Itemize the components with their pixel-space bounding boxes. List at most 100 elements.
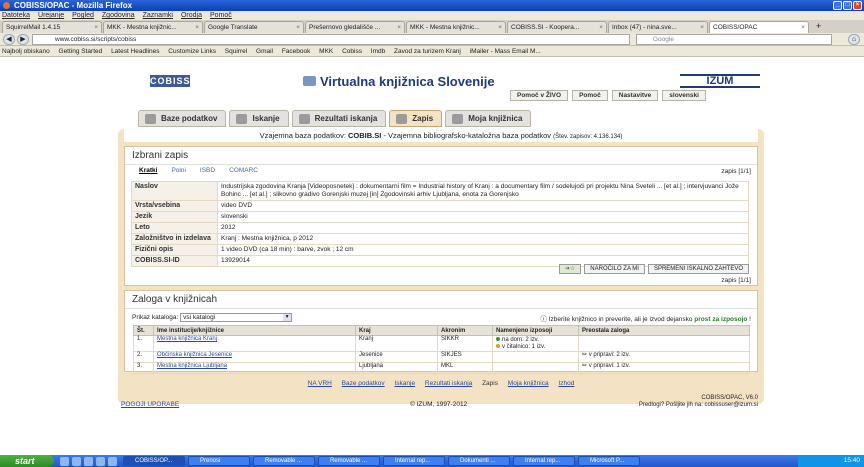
holdings-panel: Zaloga v knjižnicah Prikaz kataloga: vsi… (124, 290, 758, 374)
footer-link[interactable]: Rezultati iskanja (425, 380, 472, 387)
window-titlebar: COBISS/OPAC - Mozilla Firefox _ □ × (0, 0, 864, 11)
add-to-list-icon[interactable]: ➜☆ (558, 264, 582, 274)
browser-tab[interactable]: MKK - Mestna knjižnic... × (103, 21, 203, 33)
tab-search[interactable]: Iskanje (229, 110, 289, 127)
tab-record[interactable]: Zapis (389, 110, 443, 127)
col-header[interactable]: Št. (133, 325, 154, 336)
col-header[interactable]: Akronim (437, 325, 493, 336)
tab-isbd[interactable]: ISBD (200, 167, 215, 174)
language-select[interactable]: slovenski (662, 90, 706, 101)
browser-tab[interactable]: COBISS.SI - Koopera... × (507, 21, 607, 33)
browser-tab[interactable]: Google Translate × (204, 21, 304, 33)
footer-link[interactable]: Iskanje (395, 380, 416, 387)
footer-link[interactable]: Izhod (558, 380, 574, 387)
to-top-link[interactable]: NA VRH (308, 380, 332, 387)
browser-tab[interactable]: SquirrelMail 1.4.15 × (2, 21, 102, 33)
bookmark-item[interactable]: Imdb (371, 48, 385, 55)
settings-button[interactable]: Nastavitve (611, 90, 659, 101)
browser-tab[interactable]: MKK - Mestna knjižnic... × (406, 21, 506, 33)
bookmark-item[interactable]: Najbolj obiskano (2, 48, 50, 55)
new-tab-button[interactable]: + (810, 21, 827, 33)
tab-databases[interactable]: Baze podatkov (138, 110, 227, 127)
available-icon (496, 337, 500, 341)
tab-results[interactable]: Rezultati iskanja (291, 110, 387, 127)
library-link[interactable]: Mestna knjižnica Ljubljana (157, 363, 227, 369)
modify-search-button[interactable]: SPREMENI ISKALNO ZAHTEVO (647, 264, 749, 274)
order-button[interactable]: NAROČILO ZA MI (584, 264, 645, 274)
col-header[interactable]: Preostala zaloga (578, 325, 750, 336)
tab-full[interactable]: Polni (171, 167, 185, 174)
bookmark-item[interactable]: Squirrel (225, 48, 247, 55)
library-link[interactable]: Občinska knjižnica Jesenice (157, 352, 232, 358)
quicklaunch-icon[interactable] (84, 456, 93, 466)
footer-link[interactable]: Moja knjižnica (508, 380, 549, 387)
browser-tab-active[interactable]: COBISS/OPAC × (709, 21, 809, 33)
menu-item[interactable]: Urejanje (38, 12, 64, 19)
quicklaunch-icon[interactable] (108, 456, 117, 466)
menu-item[interactable]: Pogled (72, 12, 94, 19)
taskbar-item[interactable]: Microsoft P... (578, 456, 640, 466)
taskbar-item[interactable]: Removable ... (253, 456, 315, 466)
cobiss-logo[interactable]: COBISS (150, 75, 190, 87)
table-row: Naslov Industrijska zgodovina Kranja [Vid… (131, 181, 749, 201)
tab-my-library[interactable]: Moja knjižnica (445, 110, 532, 127)
terms-link[interactable]: POGOJI UPORABE (121, 401, 179, 408)
bookmark-item[interactable]: Customize Links (168, 48, 216, 55)
quicklaunch-icon[interactable] (96, 456, 105, 466)
menu-item[interactable]: Pomoč (210, 12, 232, 19)
taskbar-item[interactable]: Internal rep... (513, 456, 575, 466)
top-links: Pomoč v ŽIVO Pomoč Nastavitve slovenski (510, 90, 706, 101)
url-bar[interactable]: www.cobiss.si/scripts/cobiss (32, 34, 630, 45)
tab-comarc[interactable]: COMARC (229, 167, 258, 174)
bookmark-item[interactable]: Facebook (282, 48, 311, 55)
browser-tab[interactable]: Prešernovo gledališče ... × (305, 21, 405, 33)
quicklaunch-icon[interactable] (60, 456, 69, 466)
main-nav-tabs: Baze podatkov Iskanje Rezultati iskanja … (138, 110, 532, 127)
taskbar-item[interactable]: Removable ... (318, 456, 380, 466)
reading-room-icon (496, 343, 500, 348)
browser-tab[interactable]: Inbox (47) - nina.sve... × (608, 21, 708, 33)
search-input[interactable]: Google (636, 34, 832, 45)
menu-item[interactable]: Zaznamki (143, 12, 173, 19)
chevron-down-icon: ▼ (283, 314, 292, 321)
tab-short[interactable]: Kratki (139, 167, 157, 174)
table-row: Leto 2012 (131, 222, 749, 234)
table-header: Št. Ime institucije/knjižnice Kraj Akron… (133, 325, 750, 336)
start-button[interactable]: start (0, 455, 54, 467)
bookmark-item[interactable]: iMailer - Mass Email M... (470, 48, 541, 55)
bookmark-item[interactable]: Zavod za turizem Kranj (394, 48, 461, 55)
menu-item[interactable]: Datoteka (2, 12, 30, 19)
help-button[interactable]: Pomoč (572, 90, 608, 101)
bookmark-item[interactable]: Gmail (256, 48, 273, 55)
close-button[interactable]: × (853, 1, 862, 10)
footer-link[interactable]: Baze podatkov (342, 380, 385, 387)
taskbar-item[interactable]: Dokumenti ... (448, 456, 510, 466)
bookmark-item[interactable]: Cobiss (342, 48, 362, 55)
bookmarks-bar: Najbolj obiskano Getting Started Latest … (0, 46, 864, 57)
quicklaunch-icon[interactable] (72, 456, 81, 466)
menu-item[interactable]: Orodja (181, 12, 202, 19)
user-icon (452, 114, 464, 124)
live-help-button[interactable]: Pomoč v ŽIVO (510, 90, 569, 101)
forward-button[interactable]: ▶ (17, 34, 29, 45)
taskbar-item[interactable]: COBISS/OP... (123, 456, 185, 466)
library-link[interactable]: Mestna knjižnica Kranj (157, 336, 217, 342)
col-header[interactable]: Kraj (355, 325, 438, 336)
menu-item[interactable]: Zgodovina (102, 12, 135, 19)
taskbar-item[interactable]: Internal rep... (383, 456, 445, 466)
back-button[interactable]: ◀ (3, 34, 15, 45)
izum-logo[interactable]: IZUM (680, 74, 760, 88)
taskbar-item[interactable]: Prenosi (188, 456, 250, 466)
record-heading: Izbrani zapis (125, 147, 757, 165)
magnifier-icon (236, 114, 248, 124)
catalog-select[interactable]: vsi katalogi ▼ (180, 313, 293, 322)
col-header[interactable]: Ime institucije/knjižnice (153, 325, 356, 336)
record-buttons: ➜☆ NAROČILO ZA MI SPREMENI ISKALNO ZAHTE… (558, 264, 749, 274)
maximize-button[interactable]: □ (843, 1, 852, 10)
minimize-button[interactable]: _ (833, 1, 842, 10)
col-header[interactable]: Namenjeno izposoji (492, 325, 579, 336)
bookmark-item[interactable]: Latest Headlines (111, 48, 159, 55)
bookmark-item[interactable]: MKK (319, 48, 333, 55)
home-icon[interactable]: ⌂ (848, 34, 860, 45)
bookmark-item[interactable]: Getting Started (59, 48, 103, 55)
